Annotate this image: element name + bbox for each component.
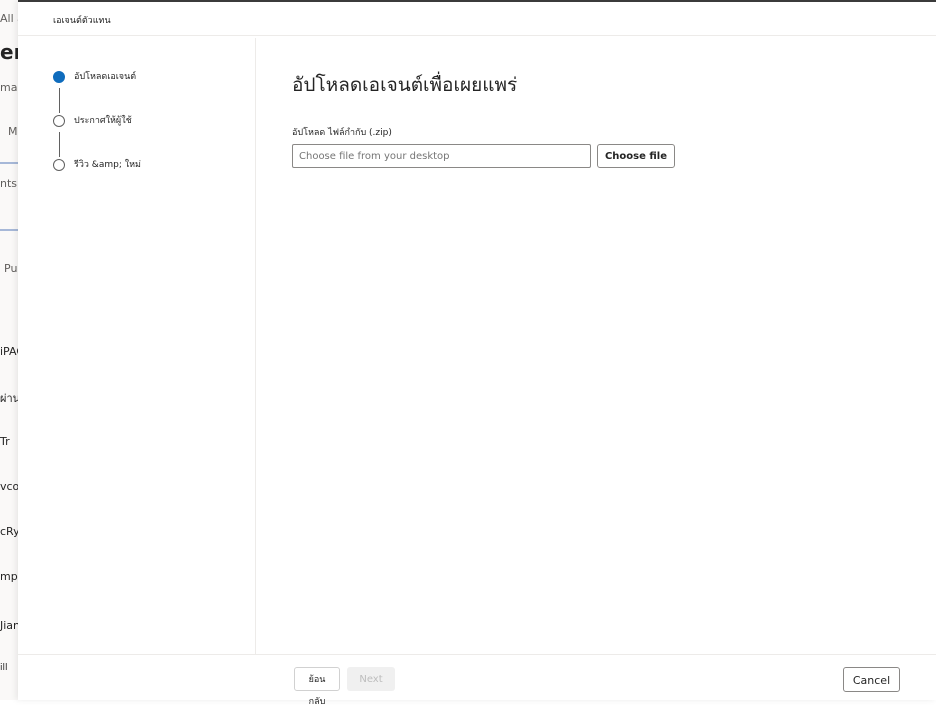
empty-circle-icon bbox=[53, 159, 65, 171]
upload-agent-panel: เอเจนต์ตัวแทน อัปโหลดเอเจนต์ ประกาศให้ผู… bbox=[18, 0, 936, 707]
step-content: อัปโหลดเอเจนต์เพื่อเผยแพร่ อัปโหลด ไฟล์ก… bbox=[256, 38, 936, 654]
step-connector bbox=[59, 132, 60, 157]
content-title: อัปโหลดเอเจนต์เพื่อเผยแพร่ bbox=[292, 74, 518, 96]
wizard-steps: อัปโหลดเอเจนต์ ประกาศให้ผู้ใช้ รีวิว &am… bbox=[18, 38, 256, 654]
bg-text-heading: er bbox=[0, 40, 18, 64]
step-connector bbox=[59, 88, 60, 113]
next-button[interactable]: Next bbox=[347, 667, 395, 691]
back-button[interactable]: ย้อนกลับ bbox=[294, 667, 340, 707]
step-label: ประกาศให้ผู้ใช้ bbox=[74, 116, 132, 126]
bg-row-ill: ill bbox=[0, 663, 8, 673]
filled-circle-icon bbox=[53, 71, 65, 83]
bg-divider-1 bbox=[0, 162, 18, 164]
step-label: รีวิว &amp; ใหม่ bbox=[74, 160, 141, 170]
bg-row-tr: Tr bbox=[0, 435, 10, 448]
panel-title: เอเจนต์ตัวแทน bbox=[53, 16, 111, 26]
bg-text-m: M bbox=[8, 125, 18, 138]
panel-footer: ย้อนกลับ Next Cancel bbox=[18, 654, 936, 707]
bg-text-all-apps: All a bbox=[0, 12, 18, 25]
panel-body: อัปโหลดเอเจนต์ ประกาศให้ผู้ใช้ รีวิว &am… bbox=[18, 38, 936, 654]
bg-row-jian: Jian bbox=[0, 619, 21, 632]
bg-text-pub: Pub bbox=[4, 262, 18, 275]
bg-text-ma: ma bbox=[0, 81, 18, 94]
empty-circle-icon bbox=[53, 115, 65, 127]
file-path-input[interactable] bbox=[292, 144, 591, 168]
bg-text-agents: nts ( bbox=[0, 177, 18, 190]
choose-file-button[interactable]: Choose file bbox=[597, 144, 675, 168]
upload-manifest-label: อัปโหลด ไฟล์กำกับ (.zip) bbox=[292, 128, 392, 138]
cancel-button[interactable]: Cancel bbox=[843, 667, 900, 692]
panel-header: เอเจนต์ตัวแทน bbox=[18, 2, 936, 36]
step-label: อัปโหลดเอเจนต์ bbox=[74, 72, 137, 82]
bg-divider-2 bbox=[0, 229, 18, 231]
